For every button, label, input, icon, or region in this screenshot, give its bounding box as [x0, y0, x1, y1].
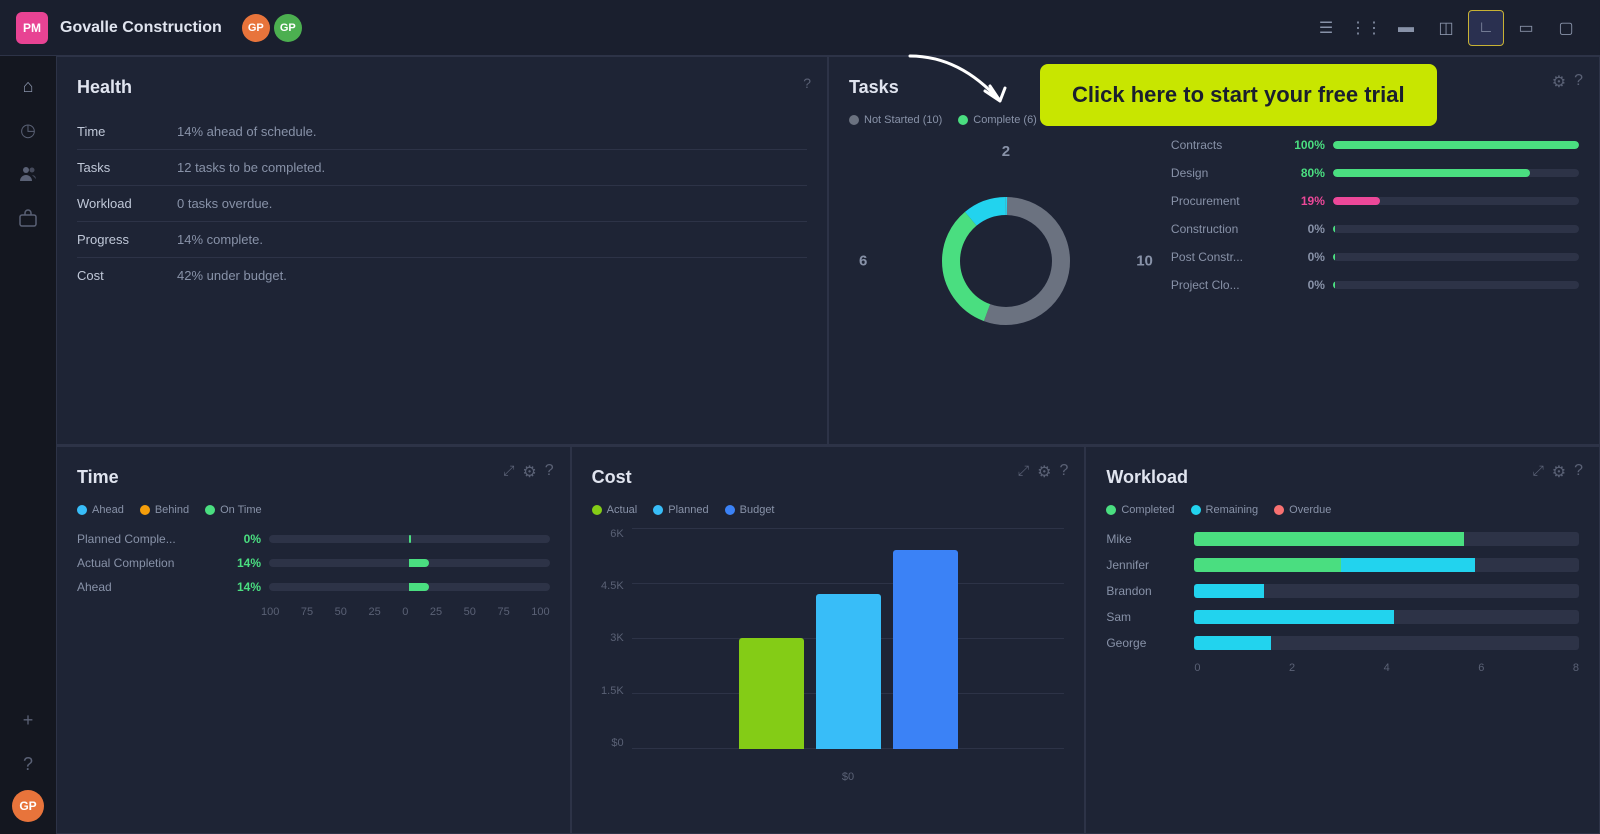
- workload-legend: Completed Remaining Overdue: [1106, 504, 1579, 516]
- workload-x-axis: 0 2 4 6 8: [1106, 662, 1579, 674]
- sidebar-item-people[interactable]: [10, 156, 46, 192]
- donut-right-label: 10: [1136, 253, 1153, 270]
- cost-bar-actual: [739, 638, 804, 749]
- cost-y-axis: 6K 4.5K 3K 1.5K $0: [592, 528, 632, 770]
- main-container: ⌂ ◷ + ? GP Health ? Time14% ahead of sch…: [0, 56, 1600, 834]
- table-row: Cost42% under budget.: [77, 258, 807, 294]
- not-started-dot: [849, 115, 859, 125]
- health-help-icon[interactable]: ?: [803, 75, 811, 91]
- table-row: George: [1106, 636, 1579, 650]
- donut-left-label: 6: [859, 253, 867, 270]
- donut-area: 2 6 10: [849, 138, 1163, 385]
- table-row: Sam: [1106, 610, 1579, 624]
- workload-panel: Workload ⤢ ⚙ ? Completed Remaining Overd…: [1085, 446, 1600, 834]
- sidebar-item-home[interactable]: ⌂: [10, 68, 46, 104]
- avatar-2[interactable]: GP: [274, 14, 302, 42]
- workload-settings-icon[interactable]: ⚙: [1552, 462, 1566, 482]
- health-table: Time14% ahead of schedule. Tasks12 tasks…: [77, 114, 807, 293]
- table-row: Ahead 14%: [77, 580, 550, 594]
- table-row: Procurement 19%: [1171, 194, 1579, 208]
- toolbar-calendar-btn[interactable]: ▭: [1508, 10, 1544, 46]
- header: PM Govalle Construction GP GP ☰ ⋮⋮ ▬ ◫ ∟…: [0, 0, 1600, 56]
- cost-bars-wrapper: [632, 528, 1065, 770]
- cost-panel: Cost ⤢ ⚙ ? Actual Planned Budget 6K 4.5K…: [571, 446, 1086, 834]
- task-percent-bars: Contracts 100% Design 80% Procurement 19…: [1163, 138, 1579, 385]
- sidebar-item-add[interactable]: +: [10, 702, 46, 738]
- cost-bars: [632, 528, 1065, 750]
- table-row: Planned Comple... 0%: [77, 532, 550, 546]
- time-bar-planned: Planned Comple... 0% Actual Completion 1…: [77, 532, 550, 594]
- workload-panel-icons: ⤢ ⚙ ?: [1533, 462, 1583, 482]
- health-title: Health: [77, 77, 807, 98]
- cost-panel-icons: ⤢ ⚙ ?: [1018, 462, 1068, 482]
- app-logo[interactable]: PM: [16, 12, 48, 44]
- avatar-group: GP GP: [242, 14, 302, 42]
- sidebar-item-clock[interactable]: ◷: [10, 112, 46, 148]
- time-x-axis: 1007550250255075100: [77, 606, 550, 618]
- cost-chart-area: 6K 4.5K 3K 1.5K $0: [592, 528, 1065, 770]
- table-row: Progress14% complete.: [77, 222, 807, 258]
- table-row: Workload0 tasks overdue.: [77, 186, 807, 222]
- cost-title: Cost: [592, 467, 1065, 488]
- tasks-content: 2 6 10 Contracts 100%: [849, 138, 1579, 385]
- table-row: Mike: [1106, 532, 1579, 546]
- table-row: Contracts 100%: [1171, 138, 1579, 152]
- table-row: Design 80%: [1171, 166, 1579, 180]
- sidebar-user-avatar[interactable]: GP: [12, 790, 44, 822]
- workload-title: Workload: [1106, 467, 1579, 488]
- donut-top-label: 2: [1002, 143, 1010, 160]
- time-panel-icons: ⤢ ⚙ ?: [503, 462, 553, 482]
- cost-legend: Actual Planned Budget: [592, 504, 1065, 516]
- time-settings-icon[interactable]: ⚙: [522, 462, 536, 482]
- table-row: Post Constr... 0%: [1171, 250, 1579, 264]
- time-title: Time: [77, 467, 550, 488]
- tasks-settings-icon[interactable]: ⚙: [1552, 72, 1566, 92]
- free-trial-banner[interactable]: Click here to start your free trial: [1040, 64, 1437, 126]
- workload-bars: Mike Jennifer Brandon: [1106, 532, 1579, 650]
- cost-bar-budget: [893, 550, 958, 749]
- toolbar-grid-btn[interactable]: ◫: [1428, 10, 1464, 46]
- panels-container: Health ? Time14% ahead of schedule. Task…: [56, 56, 1600, 834]
- table-row: Construction 0%: [1171, 222, 1579, 236]
- tasks-help-icon[interactable]: ?: [1574, 72, 1583, 92]
- cost-bottom-label: $0: [592, 769, 1065, 783]
- cost-help-icon[interactable]: ?: [1059, 462, 1068, 482]
- time-expand-icon[interactable]: ⤢: [503, 462, 514, 482]
- time-legend: Ahead Behind On Time: [77, 504, 550, 516]
- table-row: Project Clo... 0%: [1171, 278, 1579, 292]
- cost-settings-icon[interactable]: ⚙: [1037, 462, 1051, 482]
- health-panel: Health ? Time14% ahead of schedule. Task…: [56, 56, 828, 445]
- toolbar-chart-btn[interactable]: ∟: [1468, 10, 1504, 46]
- table-row: Time14% ahead of schedule.: [77, 114, 807, 150]
- table-row: Brandon: [1106, 584, 1579, 598]
- sidebar-item-help[interactable]: ?: [10, 746, 46, 782]
- time-help-icon[interactable]: ?: [545, 462, 554, 482]
- donut-chart: [926, 181, 1086, 341]
- bottom-row: Time ⤢ ⚙ ? Ahead Behind On Time Planned …: [56, 446, 1600, 834]
- toolbar-list-btn[interactable]: ☰: [1308, 10, 1344, 46]
- sidebar: ⌂ ◷ + ? GP: [0, 56, 56, 834]
- toolbar-file-btn[interactable]: ▢: [1548, 10, 1584, 46]
- table-row: Jennifer: [1106, 558, 1579, 572]
- tasks-panel-icons: ⚙ ?: [1552, 72, 1583, 92]
- workload-help-icon[interactable]: ?: [1574, 462, 1583, 482]
- table-row: Tasks12 tasks to be completed.: [77, 150, 807, 186]
- toolbar: ☰ ⋮⋮ ▬ ◫ ∟ ▭ ▢: [1308, 10, 1584, 46]
- workload-expand-icon[interactable]: ⤢: [1533, 462, 1544, 482]
- complete-dot: [958, 115, 968, 125]
- project-title: Govalle Construction: [60, 19, 222, 37]
- toolbar-columns-btn[interactable]: ⋮⋮: [1348, 10, 1384, 46]
- sidebar-item-briefcase[interactable]: [10, 200, 46, 236]
- table-row: Actual Completion 14%: [77, 556, 550, 570]
- cost-expand-icon[interactable]: ⤢: [1018, 462, 1029, 482]
- time-panel: Time ⤢ ⚙ ? Ahead Behind On Time Planned …: [56, 446, 571, 834]
- avatar-1[interactable]: GP: [242, 14, 270, 42]
- cost-bar-planned: [816, 594, 881, 749]
- toolbar-menu-btn[interactable]: ▬: [1388, 10, 1424, 46]
